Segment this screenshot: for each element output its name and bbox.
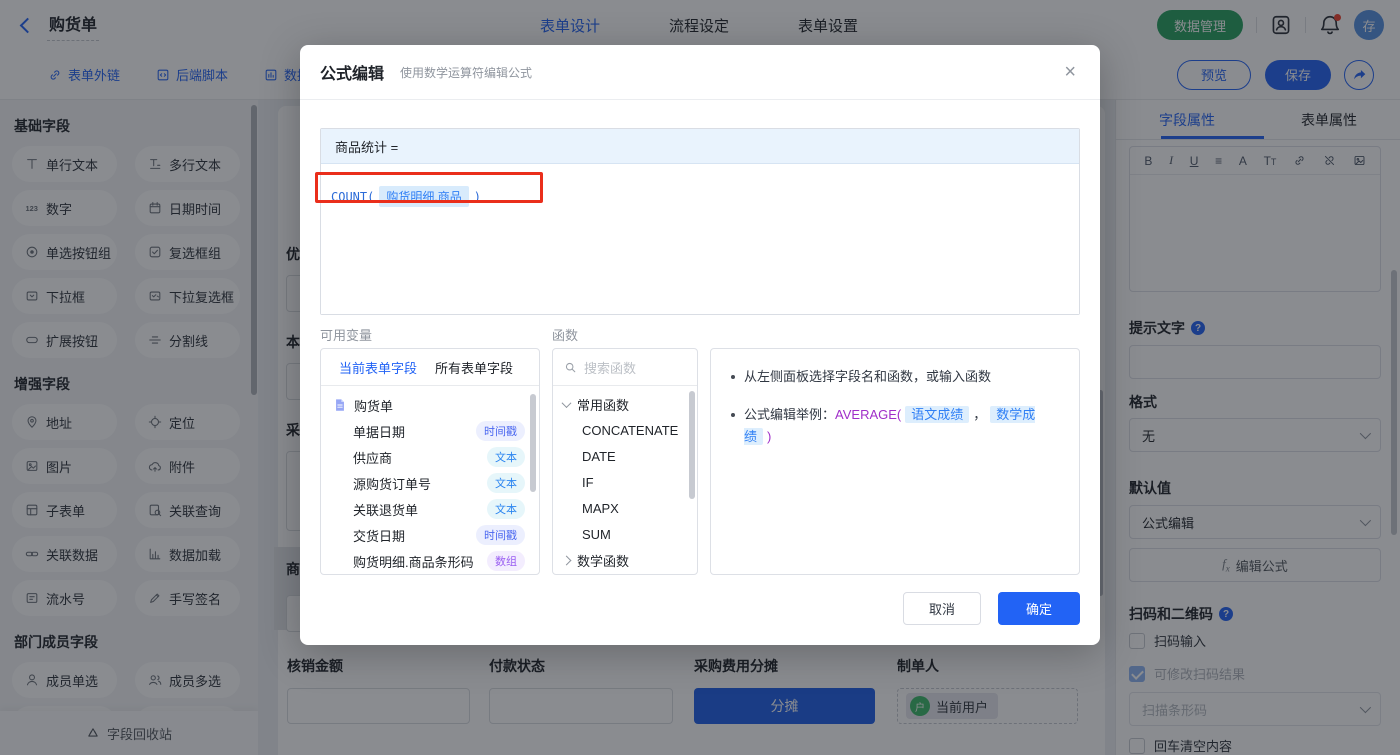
tip-example: 公式编辑举例：AVERAGE(语文成绩，数学成绩) bbox=[729, 404, 1061, 448]
function-item[interactable]: IF bbox=[553, 469, 697, 495]
variables-tabs: 当前表单字段 所有表单字段 bbox=[321, 349, 539, 386]
field-type-badge: 文本 bbox=[487, 447, 525, 467]
functions-label: 函数 bbox=[552, 325, 578, 344]
example-function: AVERAGE( bbox=[835, 407, 901, 422]
formula-tips: 从左侧面板选择字段名和函数，或输入函数 公式编辑举例：AVERAGE(语文成绩，… bbox=[710, 348, 1080, 575]
modal-subtitle: 使用数学运算符编辑公式 bbox=[400, 64, 532, 81]
variables-list: 购货单 单据日期时间戳供应商文本源购货订单号文本关联退货单文本交货日期时间戳购货… bbox=[321, 386, 539, 575]
function-group-common[interactable]: 常用函数 bbox=[553, 391, 697, 417]
variable-row[interactable]: 交货日期时间戳 bbox=[321, 522, 539, 548]
functions-panel: 搜索函数 常用函数CONCATENATEDATEIFMAPXSUM数学函数文本函… bbox=[552, 348, 698, 575]
modal-title: 公式编辑 bbox=[320, 60, 384, 84]
field-type-badge: 时间戳 bbox=[476, 525, 525, 545]
confirm-button[interactable]: 确定 bbox=[998, 592, 1080, 625]
functions-scrollbar[interactable] bbox=[689, 391, 695, 499]
example-chip: 语文成绩 bbox=[905, 406, 969, 423]
variable-row[interactable]: 关联退货单文本 bbox=[321, 496, 539, 522]
variable-row[interactable]: 源购货订单号文本 bbox=[321, 470, 539, 496]
field-type-badge: 时间戳 bbox=[476, 421, 525, 441]
modal-header: 公式编辑 使用数学运算符编辑公式 × bbox=[300, 45, 1100, 100]
search-placeholder: 搜索函数 bbox=[584, 358, 636, 377]
field-type-badge: 数组 bbox=[487, 551, 525, 571]
cancel-button[interactable]: 取消 bbox=[903, 592, 981, 625]
function-item[interactable]: SUM bbox=[553, 521, 697, 547]
variable-row[interactable]: 供应商文本 bbox=[321, 444, 539, 470]
function-item[interactable]: DATE bbox=[553, 443, 697, 469]
field-type-badge: 文本 bbox=[487, 499, 525, 519]
tip-line: 从左侧面板选择字段名和函数，或输入函数 bbox=[729, 366, 1061, 388]
field-type-badge: 文本 bbox=[487, 473, 525, 493]
variables-panel: 当前表单字段 所有表单字段 购货单 单据日期时间戳供应商文本源购货订单号文本关联… bbox=[320, 348, 540, 575]
variable-row[interactable]: 购货明细.商品条形码数组 bbox=[321, 548, 539, 574]
chevron-right-icon bbox=[562, 555, 572, 565]
form-root-node[interactable]: 购货单 bbox=[321, 392, 539, 418]
formula-expression: COUNT( 购货明细.商品 ) bbox=[331, 186, 481, 207]
variables-scrollbar[interactable] bbox=[530, 394, 536, 492]
functions-list: 常用函数CONCATENATEDATEIFMAPXSUM数学函数文本函数 bbox=[553, 386, 697, 575]
variable-row[interactable]: 数组 bbox=[321, 574, 539, 575]
modal-footer: 取消 确定 bbox=[903, 592, 1080, 625]
formula-target: 商品统计 = bbox=[321, 129, 1079, 164]
tab-current-form-fields[interactable]: 当前表单字段 bbox=[339, 358, 417, 377]
field-chip[interactable]: 购货明细.商品 bbox=[379, 186, 468, 207]
formula-edit-modal: 公式编辑 使用数学运算符编辑公式 × 商品统计 = COUNT( 购货明细.商品… bbox=[300, 45, 1100, 645]
tab-all-form-fields[interactable]: 所有表单字段 bbox=[435, 358, 513, 377]
function-group[interactable]: 文本函数 bbox=[553, 573, 697, 575]
variable-row[interactable]: 单据日期时间戳 bbox=[321, 418, 539, 444]
app-window: 购货单 表单设计 流程设定 表单设置 数据管理 存 表单外链后端脚本数据权限 预… bbox=[0, 0, 1400, 755]
chevron-down-icon bbox=[562, 398, 572, 408]
function-item[interactable]: CONCATENATE bbox=[553, 417, 697, 443]
formula-input-area[interactable]: COUNT( 购货明细.商品 ) bbox=[321, 164, 1079, 314]
function-search[interactable]: 搜索函数 bbox=[553, 349, 697, 386]
variables-label: 可用变量 bbox=[320, 325, 372, 344]
form-doc-icon bbox=[333, 398, 347, 412]
function-group[interactable]: 数学函数 bbox=[553, 547, 697, 573]
function-name: COUNT bbox=[331, 190, 367, 204]
function-item[interactable]: MAPX bbox=[553, 495, 697, 521]
close-icon[interactable]: × bbox=[1064, 62, 1076, 82]
formula-editor: 商品统计 = COUNT( 购货明细.商品 ) bbox=[320, 128, 1080, 315]
